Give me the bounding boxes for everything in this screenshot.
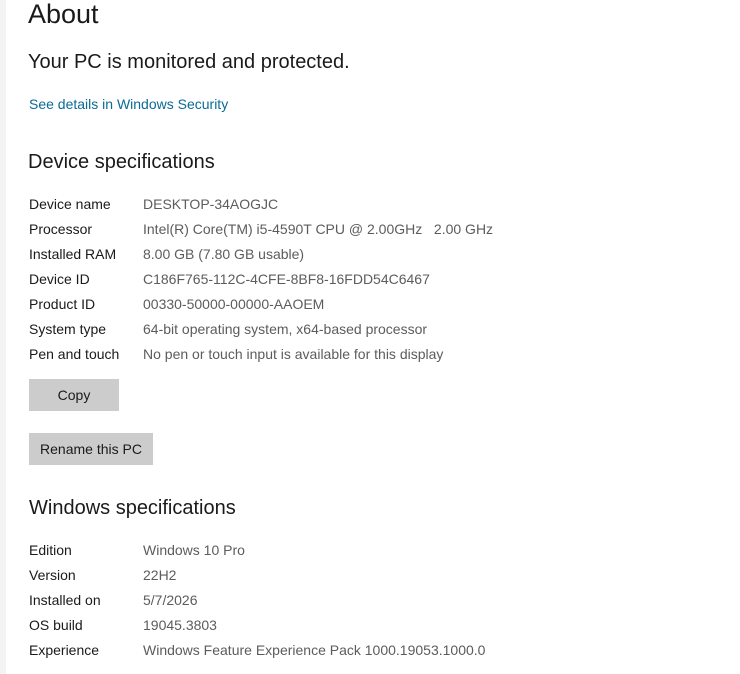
spec-value: Windows Feature Experience Pack 1000.190… — [143, 642, 486, 658]
windows-spec-row-installed-on: Installed on 5/7/2026 — [29, 590, 709, 610]
spec-label: Pen and touch — [29, 346, 120, 362]
copy-button[interactable]: Copy — [29, 379, 119, 411]
device-spec-row-product-id: Product ID 00330-50000-00000-AAOEM — [29, 294, 709, 314]
spec-label: OS build — [29, 617, 83, 633]
spec-label: Processor — [29, 221, 93, 237]
spec-value: Intel(R) Core(TM) i5-4590T CPU @ 2.00GHz… — [143, 221, 494, 237]
spec-value: C186F765-112C-4CFE-8BF8-16FDD54C6467 — [143, 271, 430, 287]
spec-label: Version — [29, 567, 76, 583]
windows-spec-row-version: Version 22H2 — [29, 565, 709, 585]
spec-label: Product ID — [29, 296, 96, 312]
spec-label: Experience — [29, 642, 100, 658]
spec-label: Device name — [29, 196, 111, 212]
device-spec-row-device-name: Device name DESKTOP-34AOGJC — [29, 194, 709, 214]
windows-specifications-heading: Windows specifications — [29, 497, 236, 519]
spec-label: Device ID — [29, 271, 90, 287]
spec-value: 19045.3803 — [143, 617, 217, 633]
spec-value: 64-bit operating system, x64-based proce… — [143, 321, 428, 337]
windows-security-link[interactable]: See details in Windows Security — [29, 96, 228, 112]
spec-label: Installed on — [29, 592, 101, 608]
spec-value: 22H2 — [143, 567, 177, 583]
spec-value: 8.00 GB (7.80 GB usable) — [143, 246, 305, 262]
device-spec-row-device-id: Device ID C186F765-112C-4CFE-8BF8-16FDD5… — [29, 269, 709, 289]
device-spec-row-pen-and-touch: Pen and touch No pen or touch input is a… — [29, 344, 709, 364]
spec-label: Installed RAM — [29, 246, 117, 262]
spec-label: System type — [29, 321, 107, 337]
spec-value: Windows 10 Pro — [143, 542, 245, 558]
spec-value: DESKTOP-34AOGJC — [143, 196, 279, 212]
rename-pc-button[interactable]: Rename this PC — [29, 433, 153, 465]
device-spec-row-processor: Processor Intel(R) Core(TM) i5-4590T CPU… — [29, 219, 709, 239]
windows-spec-row-edition: Edition Windows 10 Pro — [29, 540, 709, 560]
protection-status: Your PC is monitored and protected. — [28, 51, 350, 73]
page-title: About — [28, 0, 99, 29]
spec-value: No pen or touch input is available for t… — [143, 346, 444, 362]
windows-spec-row-os-build: OS build 19045.3803 — [29, 615, 709, 635]
window-left-edge — [0, 0, 6, 674]
windows-spec-row-experience: Experience Windows Feature Experience Pa… — [29, 640, 709, 660]
device-spec-row-system-type: System type 64-bit operating system, x64… — [29, 319, 709, 339]
spec-value: 5/7/2026 — [143, 592, 198, 608]
device-spec-row-installed-ram: Installed RAM 8.00 GB (7.80 GB usable) — [29, 244, 709, 264]
device-specifications-heading: Device specifications — [28, 151, 215, 173]
spec-value: 00330-50000-00000-AAOEM — [143, 296, 325, 312]
spec-label: Edition — [29, 542, 72, 558]
